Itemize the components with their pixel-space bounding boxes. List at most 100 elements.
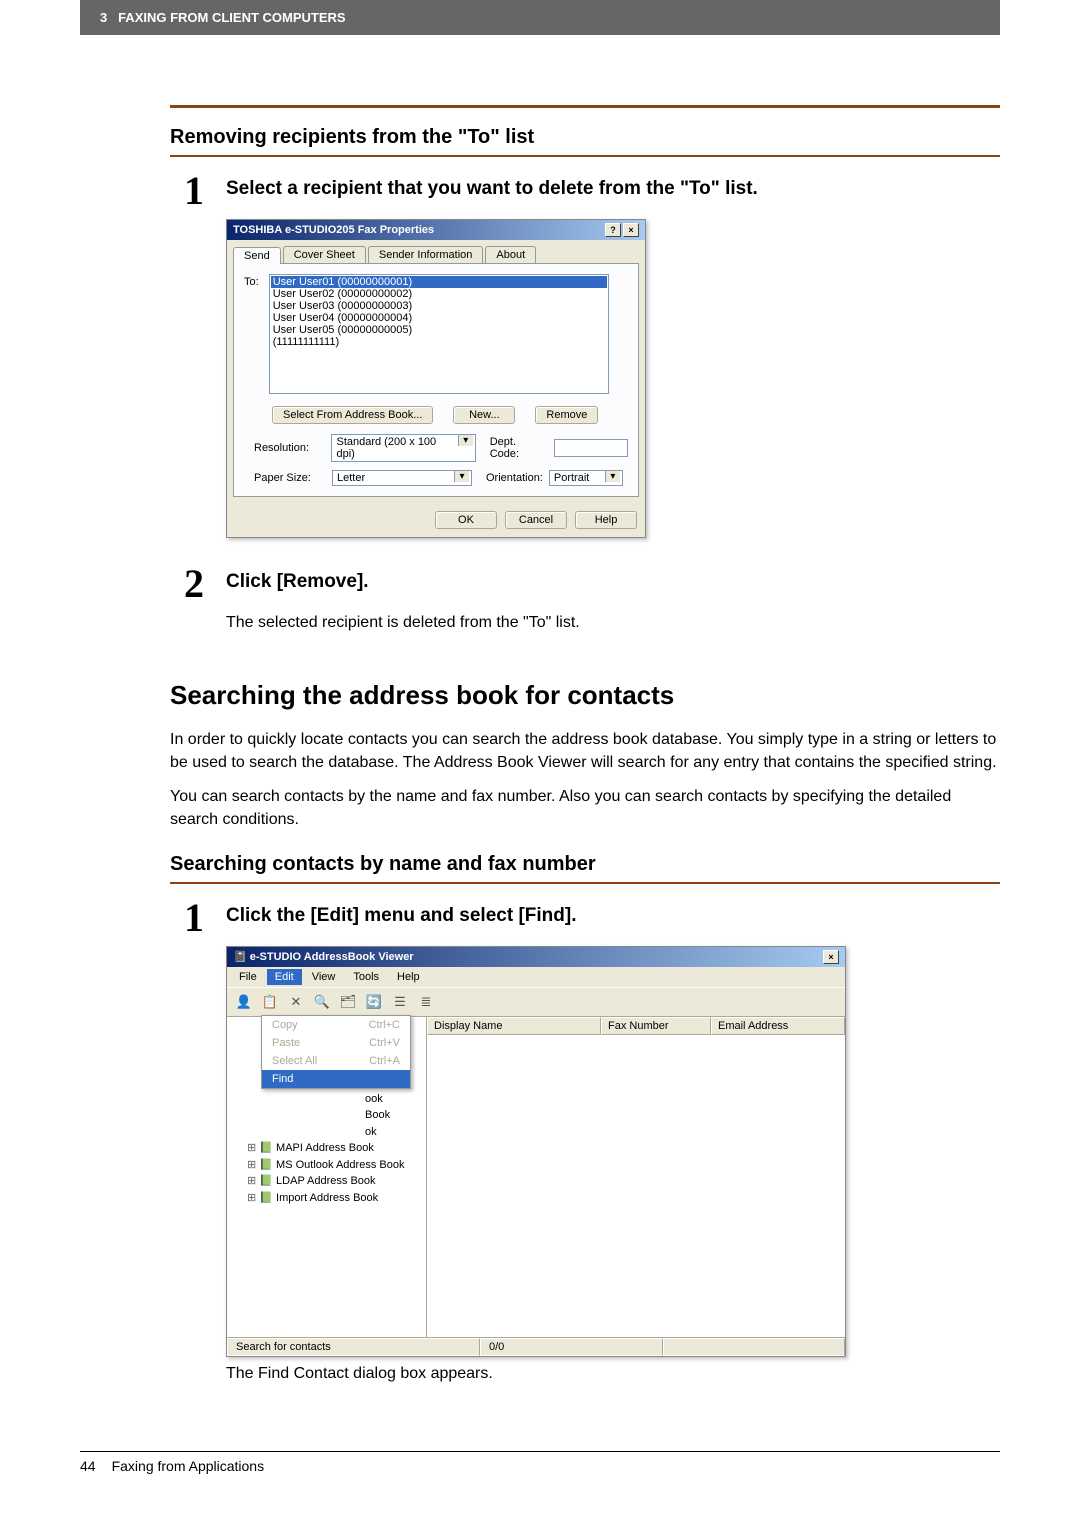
status-empty bbox=[663, 1338, 846, 1356]
subsection-heading: Removing recipients from the "To" list bbox=[170, 126, 1000, 149]
detail-view-icon[interactable]: ≣ bbox=[415, 991, 437, 1013]
new-contact-icon[interactable]: 👤 bbox=[233, 991, 255, 1013]
tab-about[interactable]: About bbox=[485, 246, 536, 263]
status-count: 0/0 bbox=[480, 1338, 663, 1356]
fax-properties-dialog: TOSHIBA e-STUDIO205 Fax Properties ? × S… bbox=[226, 219, 646, 538]
page-number: 44 bbox=[80, 1458, 96, 1474]
menu-item-shortcut: Ctrl+C bbox=[369, 1019, 400, 1031]
tab-cover-sheet[interactable]: Cover Sheet bbox=[283, 246, 366, 263]
menu-item-paste[interactable]: Paste Ctrl+V bbox=[262, 1034, 410, 1052]
step-title: Select a recipient that you want to dele… bbox=[226, 171, 758, 202]
tree-node[interactable]: 📗 LDAP Address Book bbox=[235, 1173, 424, 1190]
orientation-select[interactable]: Portrait bbox=[549, 470, 623, 486]
divider bbox=[170, 105, 1000, 108]
address-book-tree[interactable]: ook Book ok 📗 MAPI Address Book 📗 MS Out… bbox=[229, 1091, 424, 1207]
step-number: 1 bbox=[184, 898, 212, 938]
status-text: Search for contacts bbox=[227, 1338, 480, 1356]
dialog-titlebar: TOSHIBA e-STUDIO205 Fax Properties ? × bbox=[227, 220, 645, 240]
body-paragraph: In order to quickly locate contacts you … bbox=[170, 729, 1000, 774]
menu-tools[interactable]: Tools bbox=[345, 969, 387, 985]
delete-icon[interactable]: ✕ bbox=[285, 991, 307, 1013]
chapter-number: 3 bbox=[100, 10, 107, 25]
tree-node[interactable]: Book bbox=[235, 1107, 424, 1124]
divider bbox=[170, 882, 1000, 884]
tab-send[interactable]: Send bbox=[233, 247, 281, 264]
tab-sender-info[interactable]: Sender Information bbox=[368, 246, 484, 263]
refresh-icon[interactable]: 🔄 bbox=[363, 991, 385, 1013]
column-header-email-address[interactable]: Email Address bbox=[711, 1017, 845, 1035]
help-button[interactable]: ? bbox=[605, 223, 621, 237]
body-paragraph: You can search contacts by the name and … bbox=[170, 786, 1000, 831]
list-item[interactable]: User User04 (00000000004) bbox=[271, 312, 607, 324]
addressbook-viewer-window: 📓 e-STUDIO AddressBook Viewer × File Edi… bbox=[226, 946, 846, 1357]
divider bbox=[170, 155, 1000, 157]
resolution-select[interactable]: Standard (200 x 100 dpi) bbox=[331, 434, 475, 462]
resolution-label: Resolution: bbox=[254, 442, 325, 454]
tree-node[interactable]: ook bbox=[235, 1091, 424, 1108]
step-title: Click [Remove]. bbox=[226, 564, 369, 595]
menu-item-label: Paste bbox=[272, 1037, 300, 1049]
tree-node[interactable]: 📗 MAPI Address Book bbox=[235, 1140, 424, 1157]
menu-item-label: Find bbox=[272, 1073, 293, 1085]
cancel-button[interactable]: Cancel bbox=[505, 511, 567, 529]
card-view-icon[interactable]: 🗂 bbox=[337, 991, 359, 1013]
caption-text: The Find Contact dialog box appears. bbox=[226, 1363, 1000, 1385]
page-footer: 44 Faxing from Applications bbox=[80, 1451, 1000, 1474]
tree-node[interactable]: 📗 MS Outlook Address Book bbox=[235, 1157, 424, 1174]
contacts-list-pane: Display Name Fax Number Email Address bbox=[427, 1017, 845, 1337]
menu-item-shortcut: Ctrl+V bbox=[369, 1037, 400, 1049]
menu-item-shortcut: Ctrl+A bbox=[369, 1055, 400, 1067]
menu-item-find[interactable]: Find bbox=[262, 1070, 410, 1088]
step-number: 1 bbox=[184, 171, 212, 211]
list-item[interactable]: User User03 (00000000003) bbox=[271, 300, 607, 312]
window-titlebar: 📓 e-STUDIO AddressBook Viewer × bbox=[227, 947, 845, 967]
column-header-fax-number[interactable]: Fax Number bbox=[601, 1017, 711, 1035]
tab-strip: Send Cover Sheet Sender Information Abou… bbox=[227, 240, 645, 263]
close-button[interactable]: × bbox=[623, 223, 639, 237]
new-recipient-button[interactable]: New... bbox=[453, 406, 515, 424]
find-icon[interactable]: 🔍 bbox=[311, 991, 333, 1013]
chapter-header: 3 FAXING FROM CLIENT COMPUTERS bbox=[80, 0, 1000, 35]
paper-size-label: Paper Size: bbox=[254, 472, 326, 484]
select-from-address-book-button[interactable]: Select From Address Book... bbox=[272, 406, 433, 424]
menu-item-select-all[interactable]: Select All Ctrl+A bbox=[262, 1052, 410, 1070]
menu-help[interactable]: Help bbox=[389, 969, 428, 985]
properties-icon[interactable]: 📋 bbox=[259, 991, 281, 1013]
dept-code-label: Dept. Code: bbox=[490, 436, 548, 460]
menu-item-copy[interactable]: Copy Ctrl+C bbox=[262, 1016, 410, 1034]
orientation-label: Orientation: bbox=[486, 472, 543, 484]
dept-code-input[interactable] bbox=[554, 439, 628, 457]
to-label: To: bbox=[244, 276, 259, 288]
menu-file[interactable]: File bbox=[231, 969, 265, 985]
column-header-display-name[interactable]: Display Name bbox=[427, 1017, 601, 1035]
help-button[interactable]: Help bbox=[575, 511, 637, 529]
paper-size-select[interactable]: Letter bbox=[332, 470, 472, 486]
tree-pane: Copy Ctrl+C Paste Ctrl+V Select All Ctrl… bbox=[227, 1017, 427, 1337]
edit-dropdown-menu: Copy Ctrl+C Paste Ctrl+V Select All Ctrl… bbox=[261, 1015, 411, 1089]
menu-view[interactable]: View bbox=[304, 969, 344, 985]
list-item[interactable]: User User05 (00000000005) bbox=[271, 324, 607, 336]
recipients-listbox[interactable]: User User01 (00000000001) User User02 (0… bbox=[269, 274, 609, 394]
window-title: e-STUDIO AddressBook Viewer bbox=[250, 951, 414, 963]
menu-bar: File Edit View Tools Help bbox=[227, 967, 845, 987]
footer-title: Faxing from Applications bbox=[112, 1458, 265, 1474]
section-heading: Searching the address book for contacts bbox=[170, 680, 1000, 711]
toolbar: 👤 📋 ✕ 🔍 🗂 🔄 ☰ ≣ bbox=[227, 987, 845, 1017]
menu-edit[interactable]: Edit bbox=[267, 969, 302, 985]
tree-node[interactable]: ok bbox=[235, 1124, 424, 1141]
menu-item-label: Copy bbox=[272, 1019, 298, 1031]
menu-item-label: Select All bbox=[272, 1055, 317, 1067]
remove-recipient-button[interactable]: Remove bbox=[535, 406, 598, 424]
subsection-heading: Searching contacts by name and fax numbe… bbox=[170, 853, 1000, 876]
step-number: 2 bbox=[184, 564, 212, 604]
tab-panel-send: To: User User01 (00000000001) User User0… bbox=[233, 263, 639, 497]
chapter-title: FAXING FROM CLIENT COMPUTERS bbox=[118, 10, 346, 25]
list-item[interactable]: User User01 (00000000001) bbox=[271, 276, 607, 288]
list-item[interactable]: (11111111111) bbox=[271, 336, 607, 348]
ok-button[interactable]: OK bbox=[435, 511, 497, 529]
dialog-title: TOSHIBA e-STUDIO205 Fax Properties bbox=[233, 224, 434, 236]
list-view-icon[interactable]: ☰ bbox=[389, 991, 411, 1013]
tree-node[interactable]: 📗 Import Address Book bbox=[235, 1190, 424, 1207]
close-button[interactable]: × bbox=[823, 950, 839, 964]
list-item[interactable]: User User02 (00000000002) bbox=[271, 288, 607, 300]
